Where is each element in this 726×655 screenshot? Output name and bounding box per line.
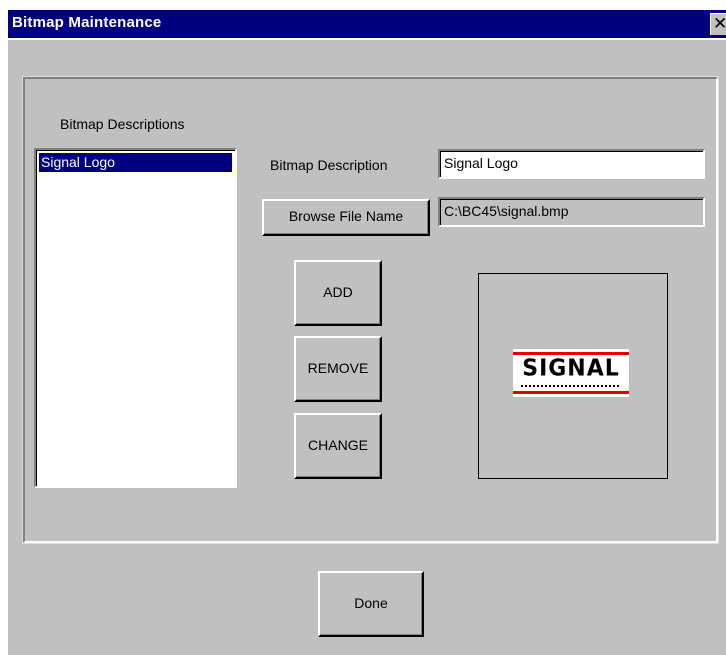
browse-file-name-button[interactable]: Browse File Name [262,199,430,236]
list-header: Bitmap Descriptions [60,116,185,132]
file-name-field: C:\BC45\signal.bmp [438,197,705,227]
logo-bottom-bar [513,391,629,394]
window-title: Bitmap Maintenance [12,14,162,31]
change-button[interactable]: CHANGE [294,413,382,479]
close-icon[interactable]: ✕ [710,13,726,35]
bitmap-preview: SIGNAL [478,273,668,479]
signal-logo-image: SIGNAL [513,349,629,397]
title-bar: Bitmap Maintenance ✕ [0,0,726,40]
logo-text: SIGNAL [522,355,620,382]
list-item[interactable]: Signal Logo [38,152,233,173]
bitmap-maintenance-dialog: Bitmap Maintenance ✕ Bitmap Descriptions… [0,0,726,655]
remove-button[interactable]: REMOVE [294,336,382,402]
bitmap-descriptions-listbox[interactable]: Signal Logo [34,148,237,488]
add-button[interactable]: ADD [294,260,382,326]
done-button[interactable]: Done [318,571,424,637]
logo-subtext [521,385,621,387]
bitmap-description-label: Bitmap Description [270,157,388,173]
left-edge [0,40,8,655]
bitmap-description-input[interactable]: Signal Logo [438,149,705,179]
